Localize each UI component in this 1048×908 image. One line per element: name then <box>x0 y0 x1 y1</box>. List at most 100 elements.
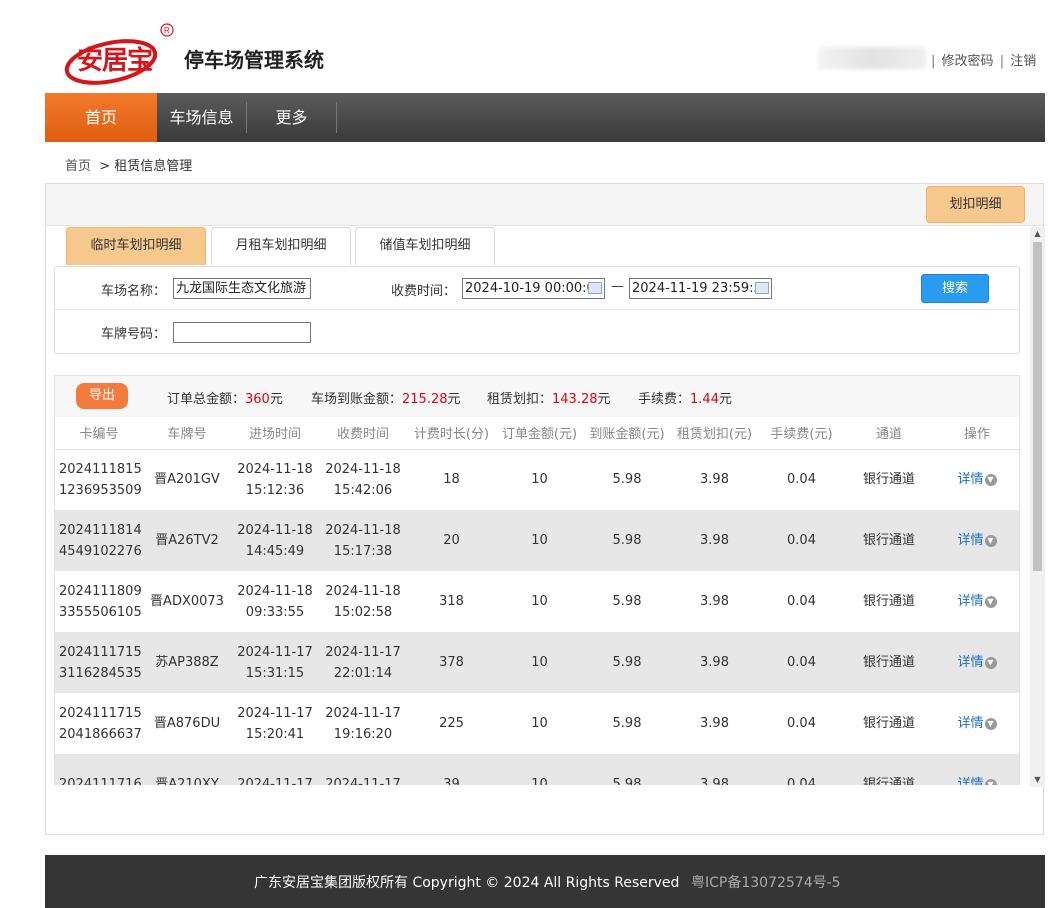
cell-plate: 晋A876DU <box>143 693 231 754</box>
expand-arrow-icon[interactable]: ▼ <box>984 595 997 608</box>
cell-fee: 0.04 <box>758 571 845 632</box>
cell-fee: 0.04 <box>758 510 845 571</box>
copyright-text: 广东安居宝集团版权所有 Copyright © 2024 All Rights … <box>254 875 680 891</box>
cell-entry-time: 2024-11-18 14:45:49 <box>231 510 319 571</box>
filter-row-1: 车场名称： 九龙国际生态文化旅游 收费时间： 2024-10-19 00:00:… <box>55 267 1019 310</box>
expand-arrow-icon[interactable]: ▼ <box>984 534 997 547</box>
col-order-amount: 订单金额(元) <box>496 417 583 450</box>
scroll-up-arrow-icon[interactable]: ▲ <box>1030 227 1045 241</box>
detail-link[interactable]: 详情 <box>957 655 983 670</box>
svg-text:R: R <box>164 26 170 35</box>
detail-link[interactable]: 详情 <box>957 533 983 548</box>
nav-item-more[interactable]: 更多 <box>247 93 336 142</box>
col-fee: 手续费(元) <box>758 417 845 450</box>
cell-plate: 晋A26TV2 <box>143 510 231 571</box>
cell-lease-deduct: 3.98 <box>671 571 758 632</box>
cell-duration: 318 <box>407 571 496 632</box>
table-row: 2024111815 1236953509 晋A201GV 2024-11-18 15:… <box>55 449 1019 510</box>
col-action: 操作 <box>933 417 1019 450</box>
start-time-input[interactable]: 2024-10-19 00:00:00 <box>462 278 605 299</box>
cell-entry-time: 2024-11-17 <box>231 754 319 785</box>
icp-number[interactable]: 粤ICP备13072574号-5 <box>691 872 841 892</box>
expand-arrow-icon[interactable]: ▼ <box>984 778 997 785</box>
cell-fee: 0.04 <box>758 449 845 510</box>
park-name-label: 车场名称： <box>101 284 167 299</box>
cell-order-amount: 10 <box>496 693 583 754</box>
cell-entry-time: 2024-11-17 15:31:15 <box>231 632 319 693</box>
cell-card-number: 2024111715 2041866637 <box>55 693 143 754</box>
cell-plate: 晋A210XY <box>143 754 231 785</box>
breadcrumb-home[interactable]: 首页 <box>65 159 91 174</box>
cell-duration: 39 <box>407 754 496 785</box>
cell-order-amount: 10 <box>496 754 583 785</box>
filter-box: 车场名称： 九龙国际生态文化旅游 收费时间： 2024-10-19 00:00:… <box>54 266 1020 354</box>
cell-action: 详情 ▼ <box>933 510 1019 571</box>
tab-temporary-car[interactable]: 临时车划扣明细 <box>66 227 206 265</box>
cell-arrival-amount: 5.98 <box>583 693 671 754</box>
cell-lease-deduct: 3.98 <box>671 693 758 754</box>
cell-lease-deduct: 3.98 <box>671 449 758 510</box>
deduction-detail-button[interactable]: 划扣明细 <box>926 186 1025 223</box>
cell-pay-time: 2024-11-17 22:01:14 <box>319 632 407 693</box>
col-arrival-amount: 到账金额(元) <box>583 417 671 450</box>
cell-duration: 20 <box>407 510 496 571</box>
logout-link[interactable]: 注销 <box>1010 54 1036 69</box>
col-lease-deduct: 租赁划扣(元) <box>671 417 758 450</box>
plate-number-input[interactable] <box>173 322 311 343</box>
table-container[interactable]: 卡编号 车牌号 进场时间 收费时间 计费时长(分) 订单金额(元) 到账金额(元… <box>54 417 1020 785</box>
cell-pay-time: 2024-11-18 15:02:58 <box>319 571 407 632</box>
lease-deduct-amount: 租赁划扣：143.28元 <box>487 392 611 407</box>
calendar-icon[interactable] <box>755 282 769 294</box>
table-row: 2024111715 3116284535 苏AP388Z 2024-11-17 15:… <box>55 632 1019 693</box>
total-amount: 订单总金额：360元 <box>167 392 283 407</box>
cell-card-number: 2024111814 4549102276 <box>55 510 143 571</box>
search-button[interactable]: 搜索 <box>921 274 989 303</box>
park-name-input[interactable]: 九龙国际生态文化旅游 <box>173 278 311 299</box>
calendar-icon[interactable] <box>588 282 602 294</box>
detail-link[interactable]: 详情 <box>957 472 983 487</box>
expand-arrow-icon[interactable]: ▼ <box>984 717 997 730</box>
cell-fee: 0.04 <box>758 693 845 754</box>
cell-pay-time: 2024-11-17 19:16:20 <box>319 693 407 754</box>
cell-arrival-amount: 5.98 <box>583 754 671 785</box>
cell-pay-time: 2024-11-18 15:17:38 <box>319 510 407 571</box>
tab-stored-value-car[interactable]: 储值车划扣明细 <box>355 227 495 265</box>
scroll-down-arrow-icon[interactable]: ▼ <box>1030 773 1045 787</box>
cell-entry-time: 2024-11-17 15:20:41 <box>231 693 319 754</box>
range-dash: — <box>611 279 624 294</box>
cell-channel: 银行通道 <box>845 632 933 693</box>
cell-plate: 苏AP388Z <box>143 632 231 693</box>
end-time-input[interactable]: 2024-11-19 23:59:59 <box>629 278 772 299</box>
vertical-scrollbar[interactable]: ▲ ▼ <box>1030 227 1045 787</box>
scrollbar-thumb[interactable] <box>1033 242 1042 571</box>
table-header-row: 卡编号 车牌号 进场时间 收费时间 计费时长(分) 订单金额(元) 到账金额(元… <box>55 417 1019 450</box>
expand-arrow-icon[interactable]: ▼ <box>984 656 997 669</box>
detail-link[interactable]: 详情 <box>957 777 983 785</box>
cell-arrival-amount: 5.98 <box>583 449 671 510</box>
detail-link[interactable]: 详情 <box>957 594 983 609</box>
cell-channel: 银行通道 <box>845 754 933 785</box>
export-button[interactable]: 导出 <box>76 383 128 409</box>
cell-plate: 晋ADX0073 <box>143 571 231 632</box>
header: R 安居宝 停车场管理系统 | 修改密码 | 注销 <box>0 0 1048 93</box>
content-panel: 划扣明细 临时车划扣明细 月租车划扣明细 储值车划扣明细 车场名称： 九龙国际生… <box>45 183 1045 835</box>
handling-fee-amount: 手续费：1.44元 <box>638 392 732 407</box>
pay-time-label: 收费时间： <box>391 284 457 299</box>
cell-duration: 378 <box>407 632 496 693</box>
expand-arrow-icon[interactable]: ▼ <box>984 473 997 486</box>
col-plate: 车牌号 <box>143 417 231 450</box>
detail-link[interactable]: 详情 <box>957 716 983 731</box>
tab-monthly-car[interactable]: 月租车划扣明细 <box>211 227 351 265</box>
cell-action: 详情 ▼ <box>933 449 1019 510</box>
col-duration: 计费时长(分) <box>407 417 496 450</box>
deduction-table: 卡编号 车牌号 进场时间 收费时间 计费时长(分) 订单金额(元) 到账金额(元… <box>55 417 1019 785</box>
nav-item-park-info[interactable]: 车场信息 <box>157 93 246 142</box>
cell-entry-time: 2024-11-18 15:12:36 <box>231 449 319 510</box>
cell-action: 详情 ▼ <box>933 632 1019 693</box>
change-password-link[interactable]: 修改密码 <box>942 54 994 69</box>
plate-number-label: 车牌号码： <box>101 327 167 342</box>
cell-lease-deduct: 3.98 <box>671 510 758 571</box>
breadcrumb-current: > 租赁信息管理 <box>99 159 193 174</box>
cell-action: 详情 ▼ <box>933 754 1019 785</box>
nav-item-home[interactable]: 首页 <box>45 93 157 142</box>
